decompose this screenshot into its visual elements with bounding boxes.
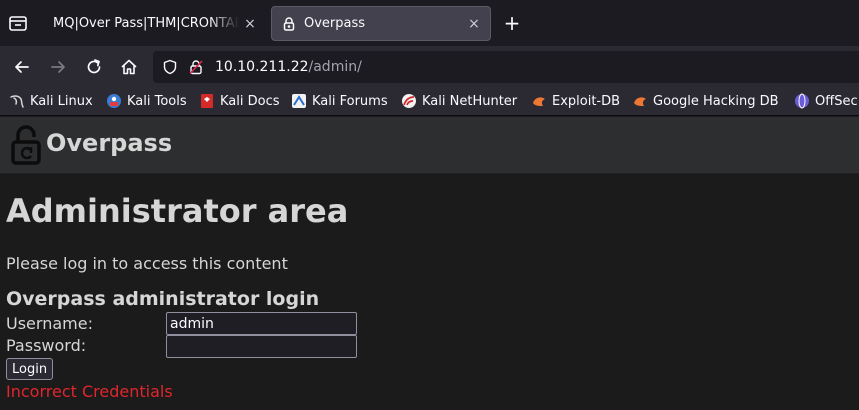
bookmarks-toolbar: Kali Linux Kali Tools Kali Docs Kali For… <box>0 88 859 116</box>
bookmark-exploit-db[interactable]: Exploit-DB <box>531 93 620 109</box>
nethunter-icon <box>402 94 416 108</box>
close-tab-icon[interactable]: × <box>467 16 481 32</box>
bookmark-label: Kali Forums <box>312 93 388 109</box>
kali-docs-icon <box>201 94 213 108</box>
login-prompt-text: Please log in to access this content <box>6 254 288 273</box>
exploit-db-icon <box>533 97 545 106</box>
offsec-icon <box>795 93 809 109</box>
close-tab-icon[interactable]: × <box>243 16 257 32</box>
back-arrow-icon[interactable] <box>12 57 32 77</box>
url-path: /admin/ <box>308 59 362 75</box>
tab-title: Overpass <box>304 16 366 31</box>
home-icon[interactable] <box>119 57 139 77</box>
forward-arrow-icon[interactable] <box>48 57 68 77</box>
bookmark-label: Kali Docs <box>220 93 280 109</box>
bookmark-label: Google Hacking DB <box>653 93 779 109</box>
tab-strip: MQ|Over Pass|THM|CRONTAB × Overpass × + <box>0 0 859 46</box>
password-label: Password: <box>6 336 87 355</box>
bookmark-kali-linux[interactable]: Kali Linux <box>9 93 93 109</box>
bookmark-label: OffSec <box>815 93 858 109</box>
page-title: Administrator area <box>6 192 349 230</box>
bookmark-kali-docs[interactable]: Kali Docs <box>199 93 280 109</box>
bookmark-label: Exploit-DB <box>552 93 621 109</box>
kali-dragon-icon <box>10 95 24 108</box>
login-form-heading: Overpass administrator login <box>6 288 320 310</box>
bookmark-kali-nethunter[interactable]: Kali NetHunter <box>401 93 517 109</box>
bookmark-label: Kali Tools <box>127 93 187 109</box>
page-viewport: Overpass Administrator area Please log i… <box>0 117 859 410</box>
login-button[interactable]: Login <box>6 358 54 380</box>
password-input[interactable] <box>166 335 357 358</box>
insecure-connection-lock-icon[interactable] <box>188 59 204 75</box>
bookmark-offsec[interactable]: OffSec <box>794 93 858 109</box>
url-text[interactable]: 10.10.211.22/admin/ <box>215 59 362 75</box>
error-message: Incorrect Credentials <box>6 382 173 401</box>
url-host: 10.10.211.22 <box>215 59 309 75</box>
ghdb-icon <box>634 97 646 106</box>
address-bar[interactable]: 10.10.211.22/admin/ <box>153 51 859 83</box>
tab-overpass[interactable]: Overpass × <box>271 6 491 41</box>
bookmark-label: Kali NetHunter <box>422 93 518 109</box>
site-name[interactable]: Overpass <box>46 129 172 157</box>
bookmark-kali-forums[interactable]: Kali Forums <box>291 93 388 109</box>
bookmark-label: Kali Linux <box>30 93 93 109</box>
navigation-toolbar: 10.10.211.22/admin/ <box>0 46 859 88</box>
bookmark-google-hacking-db[interactable]: Google Hacking DB <box>632 93 779 109</box>
site-header: Overpass <box>0 117 859 174</box>
username-label: Username: <box>6 314 93 333</box>
bookmark-kali-tools[interactable]: Kali Tools <box>106 93 187 109</box>
kali-tools-icon <box>107 94 121 108</box>
new-tab-button[interactable]: + <box>503 13 521 33</box>
padlock-logo-icon[interactable] <box>10 125 42 165</box>
tab-title: MQ|Over Pass|THM|CRONTAB <box>53 16 243 31</box>
username-input[interactable] <box>166 312 357 335</box>
list-all-tabs-icon[interactable] <box>8 13 28 33</box>
tab-thm-writeup[interactable]: MQ|Over Pass|THM|CRONTAB × <box>40 6 266 41</box>
tracking-protection-shield-icon[interactable] <box>162 59 178 75</box>
reload-icon[interactable] <box>84 57 104 77</box>
padlock-favicon-icon <box>283 16 295 31</box>
kali-forums-icon <box>292 94 306 108</box>
